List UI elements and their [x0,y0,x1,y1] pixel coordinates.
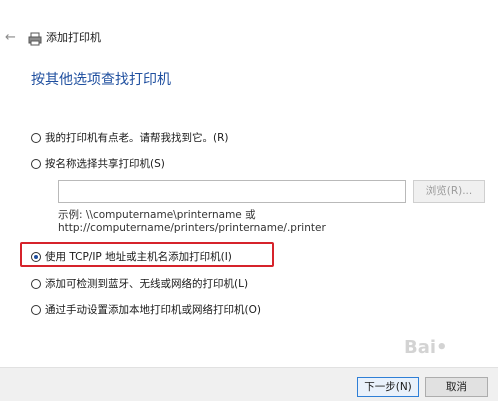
cancel-button[interactable]: 取消 [425,377,488,397]
dialog-header: ← 添加打印机 [0,0,498,70]
option-tcpip[interactable]: 使用 TCP/IP 地址或主机名添加打印机(I) [31,250,232,264]
arrow-left-icon[interactable]: ← [5,31,19,45]
option-label: 使用 TCP/IP 地址或主机名添加打印机(I) [45,251,232,263]
option-label: 我的打印机有点老。请帮我找到它。(R) [45,132,229,144]
radio-manual-local[interactable] [31,305,41,315]
option-manual-local[interactable]: 通过手动设置添加本地打印机或网络打印机(O) [31,303,261,317]
radio-tcpip[interactable] [31,252,41,262]
option-shared-printer[interactable]: 按名称选择共享打印机(S) [31,157,165,171]
page-heading: 按其他选项查找打印机 [31,72,171,88]
dialog-title: 添加打印机 [46,31,101,44]
browse-button[interactable]: 浏览(R)... [413,180,485,203]
option-label: 添加可检测到蓝牙、无线或网络的打印机(L) [45,278,249,290]
example-text-line1: 示例: \\computername\printername 或 [58,209,256,221]
option-label: 通过手动设置添加本地打印机或网络打印机(O) [45,304,261,316]
option-label: 按名称选择共享打印机(S) [45,158,165,170]
radio-old-printer[interactable] [31,133,41,143]
watermark-logo: Bai• [404,337,448,358]
radio-bluetooth-wireless[interactable] [31,279,41,289]
radio-shared-printer[interactable] [31,159,41,169]
next-button[interactable]: 下一步(N) [357,377,419,397]
option-old-printer[interactable]: 我的打印机有点老。请帮我找到它。(R) [31,131,229,145]
dialog-footer [0,367,498,401]
option-bluetooth-wireless[interactable]: 添加可检测到蓝牙、无线或网络的打印机(L) [31,277,248,291]
example-text-line2: http://computername/printers/printername… [58,222,326,234]
shared-printer-name-input[interactable] [58,180,406,203]
printer-icon [28,31,42,46]
